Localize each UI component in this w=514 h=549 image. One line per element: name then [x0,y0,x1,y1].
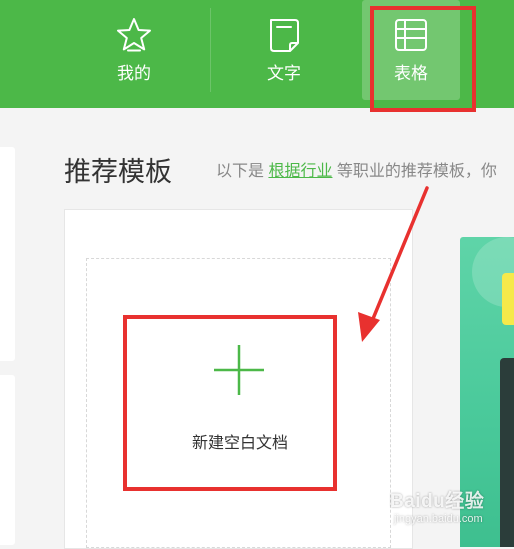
document-icon [270,19,299,52]
new-blank-doc-dashed-area[interactable] [86,258,391,548]
description-prefix: 以下是 [216,163,269,180]
tab-divider [210,8,211,92]
section-description: 以下是 根据行业 等职业的推荐模板，你 [216,161,514,183]
tab-text[interactable]: 文字 [234,0,334,108]
section-title: 推荐模板 [64,157,172,187]
star-icon [117,18,151,52]
description-suffix: 等职业的推荐模板，你 [332,163,497,180]
tab-mine-label: 我的 [117,64,151,83]
tab-table[interactable]: 表格 [362,0,460,100]
tab-table-label: 表格 [394,64,428,83]
industry-link[interactable]: 根据行业 [268,163,332,180]
top-navigation-bar: 我的 文字 表格 [0,0,514,108]
left-panel-upper [0,147,15,361]
new-blank-doc-label[interactable]: 新建空白文档 [150,433,330,455]
plus-icon[interactable] [214,345,264,395]
tab-text-label: 文字 [267,64,301,83]
template-decoration-yellow [502,273,514,325]
template-decoration-dark [500,358,514,547]
tab-mine[interactable]: 我的 [84,0,184,108]
template-card-preview[interactable] [460,237,514,547]
table-icon [395,19,427,51]
left-panel-lower [0,375,15,545]
